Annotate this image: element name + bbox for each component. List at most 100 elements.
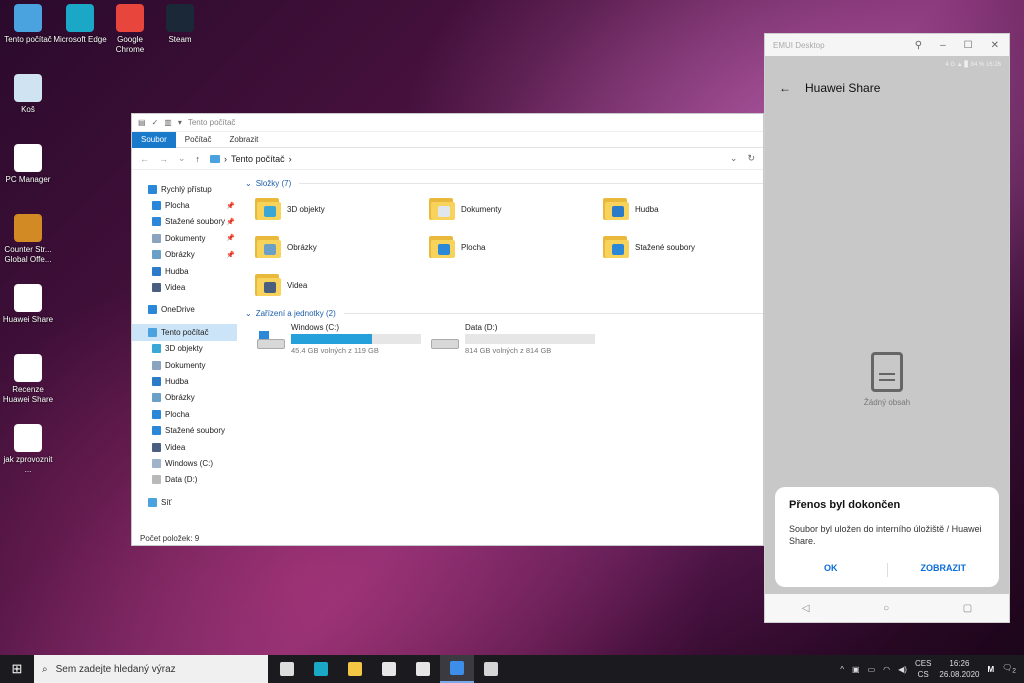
- pin-icon[interactable]: ⚲: [915, 40, 922, 51]
- nav-item[interactable]: Dokumenty: [132, 357, 237, 373]
- drives-section-header[interactable]: ⌄ Zařízení a jednotky (2): [245, 307, 763, 319]
- folder-icon: [148, 305, 157, 315]
- nav-back-icon[interactable]: ◁: [802, 603, 810, 614]
- desktop-icon[interactable]: Recenze Huawei Share: [0, 354, 56, 405]
- desktop-icon[interactable]: Koš: [0, 74, 56, 115]
- desktop-icon[interactable]: jak zprovoznit ...: [0, 424, 56, 475]
- folder-label: Dokumenty: [461, 204, 502, 214]
- taskbar-apps: [270, 655, 508, 683]
- breadcrumb-location[interactable]: Tento počítač: [231, 154, 285, 164]
- desktop-icon[interactable]: Microsoft Edge: [52, 4, 108, 45]
- folder-icon: [148, 497, 157, 507]
- nav-onedrive[interactable]: OneDrive: [132, 302, 237, 318]
- nav-item[interactable]: Windows (C:): [132, 455, 237, 471]
- desktop-icon[interactable]: Steam: [152, 4, 208, 45]
- desktop-icon[interactable]: Huawei Share: [0, 284, 56, 325]
- customize-toolbar-icon[interactable]: ▾: [178, 118, 182, 127]
- nav-item[interactable]: Obrázky: [132, 390, 237, 406]
- screen-capture-icon[interactable]: ▣: [852, 665, 860, 674]
- taskbar-app-task-view[interactable]: [270, 655, 304, 683]
- notifications-icon[interactable]: 🗨2: [1002, 663, 1016, 675]
- desktop-icon[interactable]: Tento počítač: [0, 4, 56, 45]
- folder-item[interactable]: 3D objekty: [255, 193, 429, 225]
- wifi-icon[interactable]: ◠: [883, 665, 890, 674]
- back-arrow-icon[interactable]: ←: [140, 154, 149, 164]
- emui-desktop-window[interactable]: EMUI Desktop ⚲ – ☐ ✕ 4 G ▲ ▊ 84 % 16:26 …: [764, 33, 1010, 623]
- nav-item[interactable]: Dokumenty 📌: [132, 230, 237, 246]
- forward-arrow-icon[interactable]: →: [159, 154, 168, 164]
- phone-screen: 4 G ▲ ▊ 84 % 16:26 ← Huawei Share Žádný …: [765, 56, 1009, 594]
- show-button[interactable]: ZOBRAZIT: [888, 563, 1000, 577]
- nav-item[interactable]: Stažené soubory: [132, 422, 237, 438]
- taskbar-app-emui-desktop[interactable]: [440, 655, 474, 683]
- back-arrow-icon[interactable]: ←: [779, 81, 791, 95]
- taskbar-app-huawei-app[interactable]: [474, 655, 508, 683]
- recent-chevron-icon[interactable]: ⌄: [178, 153, 186, 164]
- folder-icon: [429, 234, 455, 260]
- desktop-icon-label: Microsoft Edge: [53, 35, 107, 44]
- nav-item[interactable]: Plocha 📌: [132, 197, 237, 213]
- desktop-icon[interactable]: Counter Str... Global Offe...: [0, 214, 56, 265]
- folder-item[interactable]: Stažené soubory: [603, 231, 763, 263]
- breadcrumb[interactable]: › Tento počítač ›: [210, 154, 292, 164]
- phone-titlebar[interactable]: EMUI Desktop ⚲ – ☐ ✕: [765, 34, 1009, 56]
- folder-item[interactable]: Dokumenty: [429, 193, 603, 225]
- folder-item[interactable]: Hudba: [603, 193, 763, 225]
- power-icon[interactable]: ▭: [868, 665, 876, 674]
- nav-item[interactable]: 3D objekty: [132, 341, 237, 357]
- clock[interactable]: 16:26 26.08.2020: [939, 658, 979, 680]
- nav-item[interactable]: Hudba: [132, 373, 237, 389]
- maximize-icon[interactable]: ☐: [964, 40, 973, 51]
- folder-item[interactable]: Plocha: [429, 231, 603, 263]
- desktop-icon[interactable]: PC Manager: [0, 144, 56, 185]
- tab-pocitac[interactable]: Počítač: [176, 132, 221, 148]
- taskbar-app-store[interactable]: [372, 655, 406, 683]
- close-icon[interactable]: ✕: [991, 40, 999, 51]
- nav-item[interactable]: Stažené soubory 📌: [132, 214, 237, 230]
- new-folder-icon[interactable]: ▥: [164, 118, 172, 127]
- nav-item-label: Stažené soubory: [165, 217, 226, 227]
- nav-recents-icon[interactable]: ▢: [963, 603, 972, 614]
- nav-item[interactable]: Obrázky 📌: [132, 247, 237, 263]
- drive-item[interactable]: Windows (C:) 45.4 GB volných z 119 GB: [257, 323, 421, 355]
- taskbar-app-file-explorer[interactable]: [338, 655, 372, 683]
- nav-home-icon[interactable]: ○: [883, 603, 889, 614]
- folder-item[interactable]: Obrázky: [255, 231, 429, 263]
- taskbar-app-edge[interactable]: [304, 655, 338, 683]
- checkmark-icon[interactable]: ✓: [152, 118, 159, 127]
- address-dropdown-icon[interactable]: ⌄: [730, 153, 738, 164]
- folders-header-label: Složky (7): [255, 178, 292, 188]
- start-button[interactable]: ⊞: [0, 655, 34, 683]
- search-box[interactable]: ⌕ Sem zadejte hledaný výraz: [34, 655, 268, 683]
- folder-item[interactable]: Videa: [255, 269, 429, 301]
- nav-network[interactable]: Síť: [132, 494, 237, 510]
- pc-manager-tray-icon[interactable]: M: [987, 665, 994, 674]
- refresh-icon[interactable]: ↻: [747, 153, 755, 164]
- nav-item[interactable]: Hudba: [132, 263, 237, 279]
- steam-icon: [166, 4, 194, 32]
- tab-soubor[interactable]: Soubor: [132, 131, 176, 148]
- drive-item[interactable]: Data (D:) 814 GB volných z 814 GB: [431, 323, 595, 355]
- file-explorer-window[interactable]: ▤ ✓ ▥ ▾ Tento počítač Soubor Počítač Zob…: [131, 113, 764, 546]
- nav-quick-access[interactable]: Rychlý přístup: [132, 181, 237, 197]
- chrome-icon: [116, 4, 144, 32]
- ok-button[interactable]: OK: [775, 563, 887, 577]
- nav-item[interactable]: Videa: [132, 439, 237, 455]
- status-bar: Počet položek: 9: [140, 534, 200, 543]
- up-arrow-icon[interactable]: ↑: [196, 154, 201, 164]
- nav-item[interactable]: Data (D:): [132, 472, 237, 488]
- volume-icon[interactable]: ◀): [898, 665, 907, 674]
- minimize-icon[interactable]: –: [940, 40, 946, 51]
- explorer-titlebar[interactable]: ▤ ✓ ▥ ▾ Tento počítač: [132, 114, 763, 132]
- csgo-icon: [14, 214, 42, 242]
- nav-this-pc[interactable]: Tento počítač: [132, 324, 237, 341]
- desktop-icon[interactable]: Google Chrome: [102, 4, 158, 55]
- properties-icon[interactable]: ▤: [138, 118, 146, 127]
- tray-chevron-icon[interactable]: ^: [840, 665, 844, 674]
- nav-item[interactable]: Plocha: [132, 406, 237, 422]
- nav-item[interactable]: Videa: [132, 279, 237, 295]
- tab-zobrazit[interactable]: Zobrazit: [220, 132, 267, 148]
- taskbar-app-mail[interactable]: [406, 655, 440, 683]
- language-indicator[interactable]: CES CS: [915, 658, 931, 680]
- folders-section-header[interactable]: ⌄ Složky (7): [245, 177, 763, 189]
